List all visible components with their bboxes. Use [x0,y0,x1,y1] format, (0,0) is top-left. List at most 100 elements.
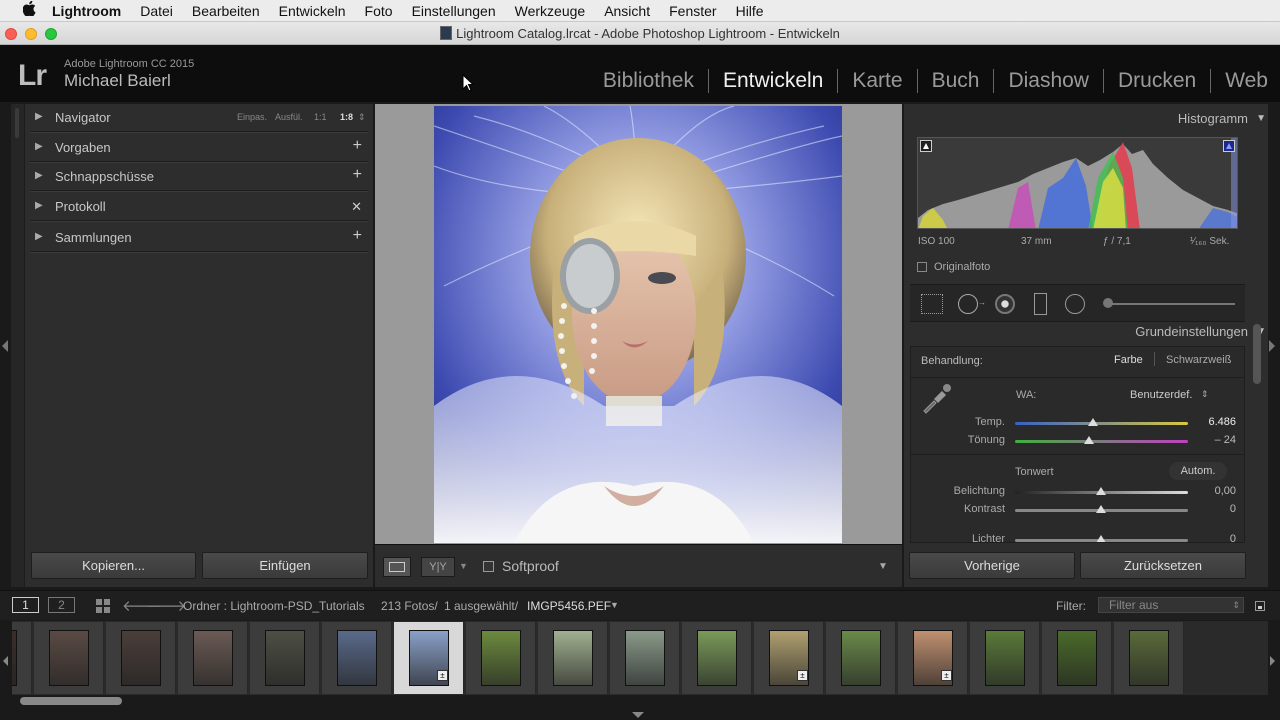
loupe-view-button[interactable] [383,557,411,577]
basic-panel-title[interactable]: Grundeinstellungen [1135,324,1248,339]
filmstrip-left-arrow-icon[interactable] [3,656,8,666]
menu-ansicht[interactable]: Ansicht [604,3,650,19]
add-collection-icon[interactable]: + [353,227,362,245]
clear-history-icon[interactable]: ✕ [351,199,362,215]
module-buch[interactable]: Buch [918,69,995,93]
zoom-fit-option[interactable]: Einpas. [237,112,267,122]
menu-bearbeiten[interactable]: Bearbeiten [192,3,260,19]
filmstrip-thumbnail[interactable] [538,622,608,694]
menu-lightroom[interactable]: Lightroom [52,3,121,19]
filmstrip-thumbnail[interactable] [826,622,896,694]
filename-dropdown-icon[interactable]: ▼ [610,600,619,610]
filmstrip-thumbnail[interactable] [970,622,1040,694]
tint-value[interactable]: – 24 [1186,434,1236,446]
filmstrip-right-arrow-icon[interactable] [1270,656,1275,666]
filmstrip-thumbnail[interactable] [682,622,752,694]
filmstrip-thumbnail[interactable]: ± [898,622,968,694]
current-filename[interactable]: IMGP5456.PEF [527,599,611,613]
vorgaben-panel-header[interactable]: ▶ Vorgaben + [30,134,368,162]
filmstrip-thumbnail[interactable] [466,622,536,694]
grid-view-icon[interactable] [96,599,110,613]
graduated-filter-icon[interactable] [1034,293,1047,315]
menu-hilfe[interactable]: Hilfe [736,3,764,19]
module-drucken[interactable]: Drucken [1104,69,1212,93]
filmstrip-thumbnail[interactable] [178,622,248,694]
source-folder[interactable]: Ordner : Lightroom-PSD_Tutorials [183,599,365,613]
zoom-1-1-option[interactable]: 1:1 [314,112,327,122]
before-after-button[interactable]: Y|Y [421,557,455,577]
highlight-clipping-toggle[interactable] [1223,140,1235,152]
paste-settings-button[interactable]: Einfügen [202,552,368,579]
module-bibliothek[interactable]: Bibliothek [589,69,709,93]
histogram-graph[interactable] [917,137,1238,229]
wb-preset-dropdown[interactable]: Benutzerdef. [1130,389,1192,401]
brush-slider-track[interactable] [1105,303,1235,305]
schnappschuesse-panel-header[interactable]: ▶ Schnappschüsse + [30,163,368,191]
exposure-value[interactable]: 0,00 [1186,485,1236,497]
filmstrip-thumbnail[interactable]: ± [394,622,464,694]
contrast-slider-thumb[interactable] [1096,505,1106,513]
contrast-value[interactable]: 0 [1186,503,1236,515]
red-eye-icon[interactable] [995,294,1015,314]
filmstrip-thumbnail[interactable] [1042,622,1112,694]
highlights-value[interactable]: 0 [1186,533,1236,542]
protokoll-panel-header[interactable]: ▶ Protokoll ✕ [30,193,368,221]
menu-fenster[interactable]: Fenster [669,3,716,19]
add-snapshot-icon[interactable]: + [353,166,362,184]
image-canvas[interactable] [375,104,902,544]
left-panel-toggle-icon[interactable] [2,340,8,352]
zoom-fill-option[interactable]: Ausfül. [275,112,303,122]
auto-tone-button[interactable]: Autom. [1169,462,1227,480]
menu-foto[interactable]: Foto [365,3,393,19]
main-window-button[interactable]: 1 [12,597,39,613]
spot-removal-icon[interactable] [958,294,978,314]
filmstrip-thumbnail[interactable] [610,622,680,694]
add-preset-icon[interactable]: + [353,137,362,155]
right-panel-toggle-icon[interactable] [1269,340,1275,352]
main-photo[interactable] [434,106,842,543]
white-balance-picker-icon[interactable] [920,381,954,415]
color-treatment-option[interactable]: Farbe [1114,354,1143,366]
wb-dropdown-icon[interactable]: ⇕ [1201,389,1209,400]
menu-datei[interactable]: Datei [140,3,173,19]
shadow-clipping-toggle[interactable] [920,140,932,152]
filmstrip-thumbnail[interactable] [34,622,104,694]
module-web[interactable]: Web [1211,69,1280,93]
menu-werkzeuge[interactable]: Werkzeuge [515,3,586,19]
temp-slider-thumb[interactable] [1087,418,1098,426]
histogram-title[interactable]: Histogramm [1178,111,1248,126]
forward-arrow-icon[interactable]: 🡒 [146,596,186,615]
previous-settings-button[interactable]: Vorherige [909,552,1075,579]
right-panel-scrollbar[interactable] [1253,324,1261,384]
module-karte[interactable]: Karte [838,69,918,93]
temp-value[interactable]: 6.486 [1186,416,1236,428]
apple-menu-icon[interactable] [20,0,38,20]
filmstrip-thumbnail[interactable] [322,622,392,694]
collapse-triangle-icon[interactable]: ▼ [1256,113,1266,124]
copy-settings-button[interactable]: Kopieren... [31,552,196,579]
bw-treatment-option[interactable]: Schwarzweiß [1166,354,1231,366]
temp-slider-track[interactable] [1015,422,1188,425]
zoom-1-8-option[interactable]: 1:8 [340,112,353,122]
before-after-dropdown-icon[interactable]: ▼ [459,561,468,571]
adjustment-brush-icon[interactable] [1103,298,1113,308]
filmstrip-thumbnail[interactable] [250,622,320,694]
filter-lock-icon[interactable] [1255,601,1265,611]
highlights-slider-thumb[interactable] [1096,535,1106,542]
filmstrip-thumbnail[interactable] [106,622,176,694]
module-diashow[interactable]: Diashow [994,69,1104,93]
menu-einstellungen[interactable]: Einstellungen [412,3,496,19]
sammlungen-panel-header[interactable]: ▶ Sammlungen + [30,224,368,252]
reset-button[interactable]: Zurücksetzen [1080,552,1246,579]
original-photo-checkbox[interactable] [917,262,927,272]
filmstrip-thumbnail[interactable] [1114,622,1184,694]
tint-slider-track[interactable] [1015,440,1188,443]
crop-tool-icon[interactable] [921,294,943,314]
softproof-checkbox[interactable] [483,561,494,572]
second-window-button[interactable]: 2 [48,597,75,613]
menu-entwickeln[interactable]: Entwickeln [279,3,346,19]
filmstrip-thumbnail[interactable] [12,622,32,694]
navigator-panel-header[interactable]: ▶ Navigator Einpas. Ausfül. 1:1 1:8 ⇕ [30,104,368,132]
tint-slider-thumb[interactable] [1084,436,1095,444]
toolbar-options-icon[interactable]: ▼ [878,561,888,572]
